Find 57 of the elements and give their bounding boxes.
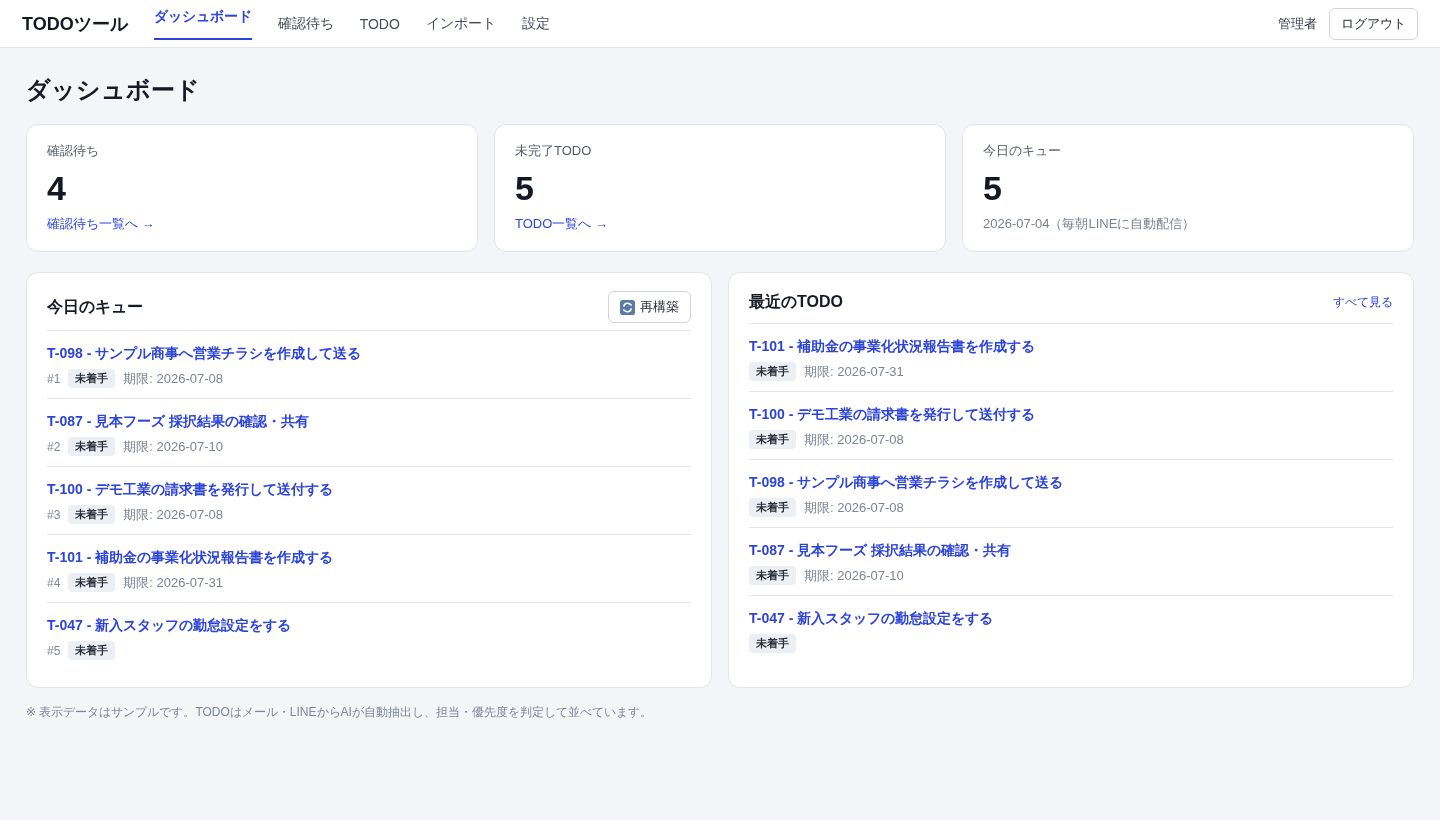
status-badge: 未着手 (68, 437, 116, 456)
due-date: 期限: 2026-07-31 (123, 573, 224, 592)
nav-tab[interactable]: TODO (359, 15, 400, 32)
queue-rank: #1 (47, 371, 61, 386)
footnote: ※ 表示データはサンプルです。TODOはメール・LINEからAIが自動抽出し、担当・優先度を判定して並べています。 (26, 704, 653, 721)
todo-title-link[interactable]: T-047 - 新入スタッフの勤怠設定をする (47, 617, 292, 635)
app-logo: TODOツール (22, 12, 128, 36)
stat-link[interactable]: 確認待ち一覧へ → (47, 215, 155, 234)
todo-title-link[interactable]: T-098 - サンプル商事へ営業チラシを作成して送る (749, 474, 1064, 492)
status-badge: 未着手 (749, 498, 796, 517)
todo-title-link[interactable]: T-098 - サンプル商事へ営業チラシを作成して送る (47, 345, 362, 363)
status-badge: 未着手 (749, 430, 796, 449)
rebuild-button[interactable]: 再構築 (608, 291, 691, 323)
status-badge: 未着手 (68, 369, 116, 388)
todo-title-link[interactable]: T-087 - 見本フーズ 採択結果の確認・共有 (47, 413, 310, 431)
todo-title-link[interactable]: T-100 - デモ工業の請求書を発行して送付する (749, 406, 1036, 424)
due-date: 期限: 2026-07-08 (804, 498, 904, 517)
stat-label: 確認待ち (47, 142, 100, 160)
status-badge: 未着手 (749, 634, 796, 653)
refresh-icon (620, 299, 635, 315)
stat-value: 5 (983, 170, 1003, 208)
due-date: 期限: 2026-07-10 (804, 566, 904, 585)
queue-rank: #5 (47, 643, 61, 658)
status-badge: 未着手 (68, 641, 116, 660)
todo-title-link[interactable]: T-047 - 新入スタッフの勤怠設定をする (749, 610, 994, 628)
todo-title-link[interactable]: T-087 - 見本フーズ 採択結果の確認・共有 (749, 542, 1012, 560)
queue-rank: #4 (47, 575, 61, 590)
stat-note: 2026-07-04（毎朝LINEに自動配信） (983, 215, 1197, 234)
due-date: 期限: 2026-07-08 (123, 369, 224, 388)
due-date: 期限: 2026-07-08 (804, 430, 904, 449)
nav-tab[interactable]: 設定 (521, 14, 550, 33)
see-all-link[interactable]: すべて見る (1333, 293, 1393, 311)
stat-value: 4 (47, 170, 67, 208)
stat-link[interactable]: TODO一覧へ → (515, 215, 608, 234)
page-title: ダッシュボード (26, 75, 201, 105)
user-name: 管理者 (1278, 14, 1317, 33)
status-badge: 未着手 (749, 566, 796, 585)
due-date: 期限: 2026-07-08 (123, 505, 224, 524)
logout-button[interactable]: ログアウト (1329, 7, 1418, 40)
status-badge: 未着手 (749, 362, 796, 381)
stat-value: 5 (515, 170, 535, 208)
todo-title-link[interactable]: T-101 - 補助金の事業化状況報告書を作成する (749, 338, 1036, 356)
nav-tab[interactable]: ダッシュボード (153, 7, 252, 40)
status-badge: 未着手 (68, 505, 116, 524)
todo-title-link[interactable]: T-100 - デモ工業の請求書を発行して送付する (47, 481, 334, 499)
stat-label: 未完了TODO (515, 142, 593, 160)
status-badge: 未着手 (68, 573, 116, 592)
nav-tab[interactable]: 確認待ち (277, 14, 334, 33)
panel-title: 今日のキュー (47, 296, 143, 317)
due-date: 期限: 2026-07-10 (123, 437, 224, 456)
queue-rank: #3 (47, 507, 61, 522)
todo-title-link[interactable]: T-101 - 補助金の事業化状況報告書を作成する (47, 549, 334, 567)
nav-tab[interactable]: インポート (425, 14, 496, 33)
panel-title: 最近のTODO (749, 291, 843, 312)
stat-label: 今日のキュー (983, 142, 1062, 160)
queue-rank: #2 (47, 439, 61, 454)
due-date: 期限: 2026-07-31 (804, 362, 904, 381)
